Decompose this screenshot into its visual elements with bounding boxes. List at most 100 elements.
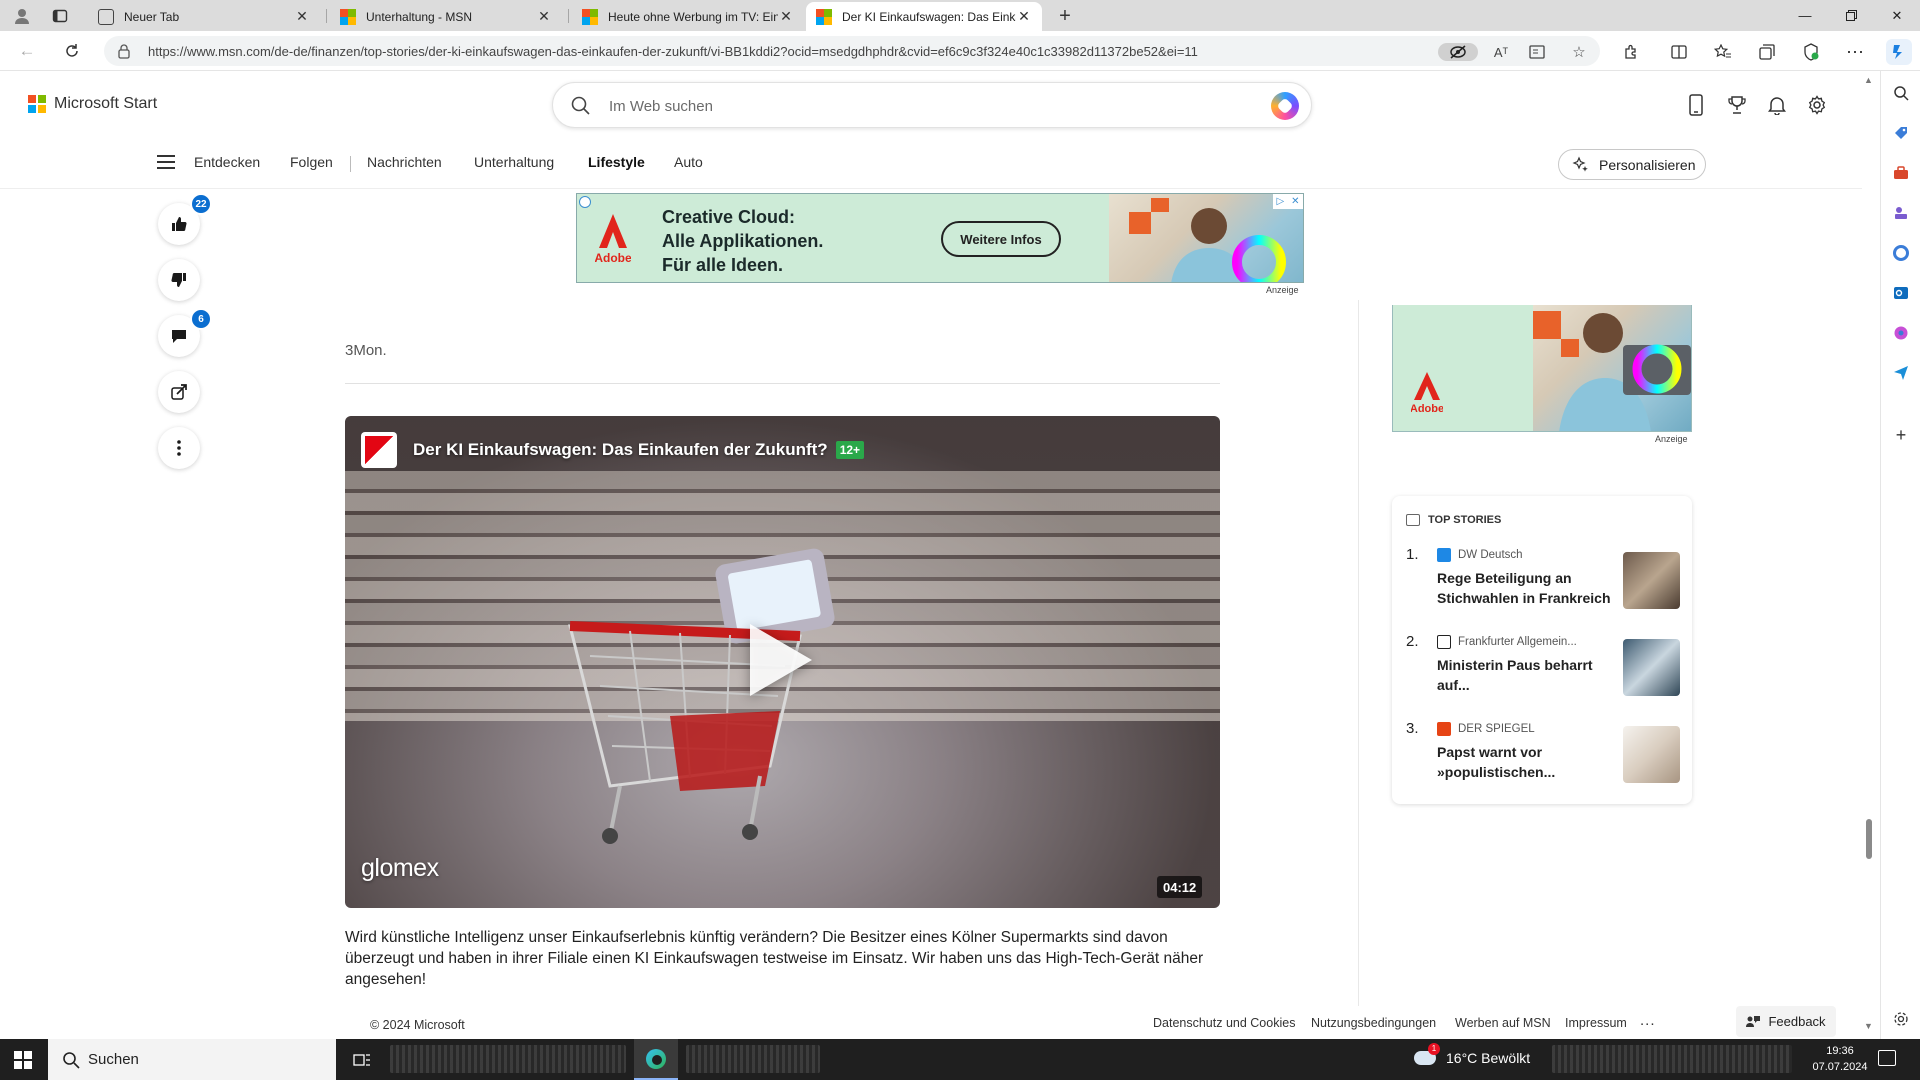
windows-start-icon[interactable] [14, 1051, 32, 1069]
ad-choices-icon[interactable]: ▷ [1276, 196, 1284, 207]
footer-link-advertise[interactable]: Werben auf MSN [1455, 1016, 1551, 1030]
dislike-button[interactable] [158, 259, 200, 301]
story-item-1[interactable]: 1. DW Deutsch Rege Beteiligung an Stichw… [1406, 546, 1682, 618]
adobe-banner-ad[interactable]: Adobe Creative Cloud: Alle Applikationen… [576, 193, 1304, 283]
adobe-side-ad[interactable]: Adobe [1392, 305, 1692, 432]
close-tab-icon[interactable]: ✕ [1016, 8, 1032, 25]
ad-info-icon[interactable] [579, 196, 591, 208]
ad-more-info-button[interactable]: Weitere Infos [941, 221, 1061, 257]
feedback-button[interactable]: Feedback [1736, 1006, 1836, 1037]
site-info-icon[interactable] [116, 43, 132, 59]
prosieben-logo-icon [361, 432, 397, 468]
play-icon[interactable] [750, 624, 812, 696]
web-search-box[interactable] [552, 82, 1312, 128]
microsoft-start-logo[interactable]: Microsoft Start [28, 95, 157, 113]
collections-icon[interactable] [1757, 42, 1777, 62]
taskbar-search[interactable]: Suchen [48, 1039, 336, 1080]
profile-icon[interactable] [10, 4, 34, 28]
back-arrow-icon[interactable]: ← [14, 39, 40, 63]
refresh-icon[interactable] [59, 39, 85, 63]
tab-actions-icon[interactable] [48, 4, 72, 28]
footer-link-imprint[interactable]: Impressum [1565, 1016, 1627, 1030]
settings-more-icon[interactable]: ⋯ [1845, 42, 1865, 62]
sidebar-add-icon[interactable]: + [1891, 425, 1911, 445]
story-item-2[interactable]: 2. Frankfurter Allgemein... Ministerin P… [1406, 633, 1682, 705]
url-text[interactable]: https://www.msn.com/de-de/finanzen/top-s… [148, 44, 1198, 59]
scroll-up-icon[interactable]: ▲ [1864, 75, 1873, 85]
more-options-button[interactable] [158, 427, 200, 469]
sidebar-microsoft365-icon[interactable] [1891, 243, 1911, 263]
taskbar-apps-obscured [686, 1045, 820, 1073]
tab-heute-ohne-werbung[interactable]: Heute ohne Werbung im TV: Ein ✕ [572, 2, 804, 31]
sidebar-send-icon[interactable] [1891, 363, 1911, 383]
share-button[interactable] [158, 371, 200, 413]
nav-auto[interactable]: Auto [674, 154, 703, 170]
menu-hamburger-icon[interactable] [157, 155, 175, 169]
edge-taskbar-icon[interactable] [634, 1039, 678, 1080]
nav-nachrichten[interactable]: Nachrichten [367, 154, 442, 170]
video-title-row: Der KI Einkaufswagen: Das Einkaufen der … [361, 432, 865, 468]
address-bar[interactable]: https://www.msn.com/de-de/finanzen/top-s… [104, 36, 1600, 66]
story-item-3[interactable]: 3. DER SPIEGEL Papst warnt vor »populist… [1406, 720, 1682, 792]
nav-entdecken[interactable]: Entdecken [194, 154, 260, 170]
settings-gear-icon[interactable] [1805, 93, 1829, 117]
sidebar-games-icon[interactable] [1891, 203, 1911, 223]
footer-link-terms[interactable]: Nutzungsbedingungen [1311, 1016, 1436, 1030]
ad-close-icon[interactable]: ✕ [1291, 196, 1299, 207]
sidebar-search-icon[interactable] [1891, 83, 1911, 103]
sidebar-tools-icon[interactable] [1891, 163, 1911, 183]
copilot-icon[interactable] [1886, 39, 1912, 65]
close-tab-icon[interactable]: ✕ [294, 8, 310, 25]
notifications-bell-icon[interactable] [1765, 93, 1789, 117]
tab-ki-einkaufswagen[interactable]: Der KI Einkaufswagen: Das Einka ✕ [806, 2, 1042, 31]
split-screen-icon[interactable] [1669, 42, 1689, 62]
extensions-icon[interactable] [1621, 42, 1641, 62]
system-tray-obscured [1552, 1045, 1792, 1073]
close-window-icon[interactable]: ✕ [1874, 0, 1920, 31]
scrollbar-thumb[interactable] [1866, 819, 1872, 859]
minimize-icon[interactable]: — [1782, 0, 1828, 31]
personalize-button[interactable]: Personalisieren [1558, 149, 1706, 180]
video-title[interactable]: Der KI Einkaufswagen: Das Einkaufen der … [413, 440, 828, 460]
rewards-icon[interactable] [1725, 93, 1749, 117]
page-scrollbar[interactable]: ▲ ▼ [1862, 71, 1876, 1039]
spiegel-source-icon [1437, 722, 1451, 736]
mobile-app-icon[interactable] [1684, 93, 1708, 117]
ad-choices[interactable]: ▷ ✕ [1273, 194, 1303, 209]
favorite-star-icon[interactable]: ☆ [1570, 43, 1588, 61]
nav-unterhaltung[interactable]: Unterhaltung [474, 154, 554, 170]
sidebar-shopping-icon[interactable] [1891, 123, 1911, 143]
side-ad-label: Anzeige [1655, 434, 1688, 444]
footer-more-icon[interactable]: ... [1640, 1012, 1656, 1029]
weather-widget[interactable]: 16°C Bewölkt [1414, 1043, 1530, 1066]
close-tab-icon[interactable]: ✕ [536, 8, 552, 25]
windows-taskbar: Suchen 16°C Bewölkt 19:36 07.07.2024 [0, 1039, 1920, 1080]
taskbar-clock[interactable]: 19:36 07.07.2024 [1810, 1043, 1870, 1075]
notification-center-icon[interactable] [1878, 1050, 1896, 1066]
footer-link-privacy[interactable]: Datenschutz und Cookies [1153, 1016, 1295, 1030]
browser-essentials-icon[interactable] [1801, 42, 1821, 62]
top-stories-header: TOP STORIES [1406, 514, 1501, 526]
dw-source-icon [1437, 548, 1451, 562]
read-aloud-icon[interactable]: Aᵀ [1492, 43, 1510, 61]
nav-lifestyle[interactable]: Lifestyle [588, 154, 645, 170]
tab-new-tab[interactable]: Neuer Tab ✕ [88, 2, 320, 31]
taskbar-apps-obscured [390, 1045, 626, 1073]
tab-unterhaltung-msn[interactable]: Unterhaltung - MSN ✕ [330, 2, 562, 31]
immersive-reader-icon[interactable] [1528, 43, 1546, 61]
copilot-logo-icon[interactable] [1271, 92, 1299, 120]
sidebar-designer-icon[interactable] [1891, 323, 1911, 343]
page-footer: © 2024 Microsoft Datenschutz und Cookies… [0, 1006, 1862, 1039]
task-view-icon[interactable] [340, 1039, 384, 1080]
close-tab-icon[interactable]: ✕ [778, 8, 794, 25]
favorites-icon[interactable] [1713, 42, 1733, 62]
search-input[interactable] [609, 94, 1209, 118]
sidebar-settings-icon[interactable] [1891, 1009, 1911, 1029]
scroll-down-icon[interactable]: ▼ [1864, 1021, 1873, 1031]
video-player[interactable]: Der KI Einkaufswagen: Das Einkaufen der … [345, 416, 1220, 908]
restore-icon[interactable] [1828, 0, 1874, 31]
sidebar-outlook-icon[interactable] [1891, 283, 1911, 303]
tracking-prevention-icon[interactable] [1438, 43, 1478, 61]
nav-folgen[interactable]: Folgen [290, 154, 333, 170]
new-tab-plus-icon[interactable]: + [1053, 4, 1077, 28]
